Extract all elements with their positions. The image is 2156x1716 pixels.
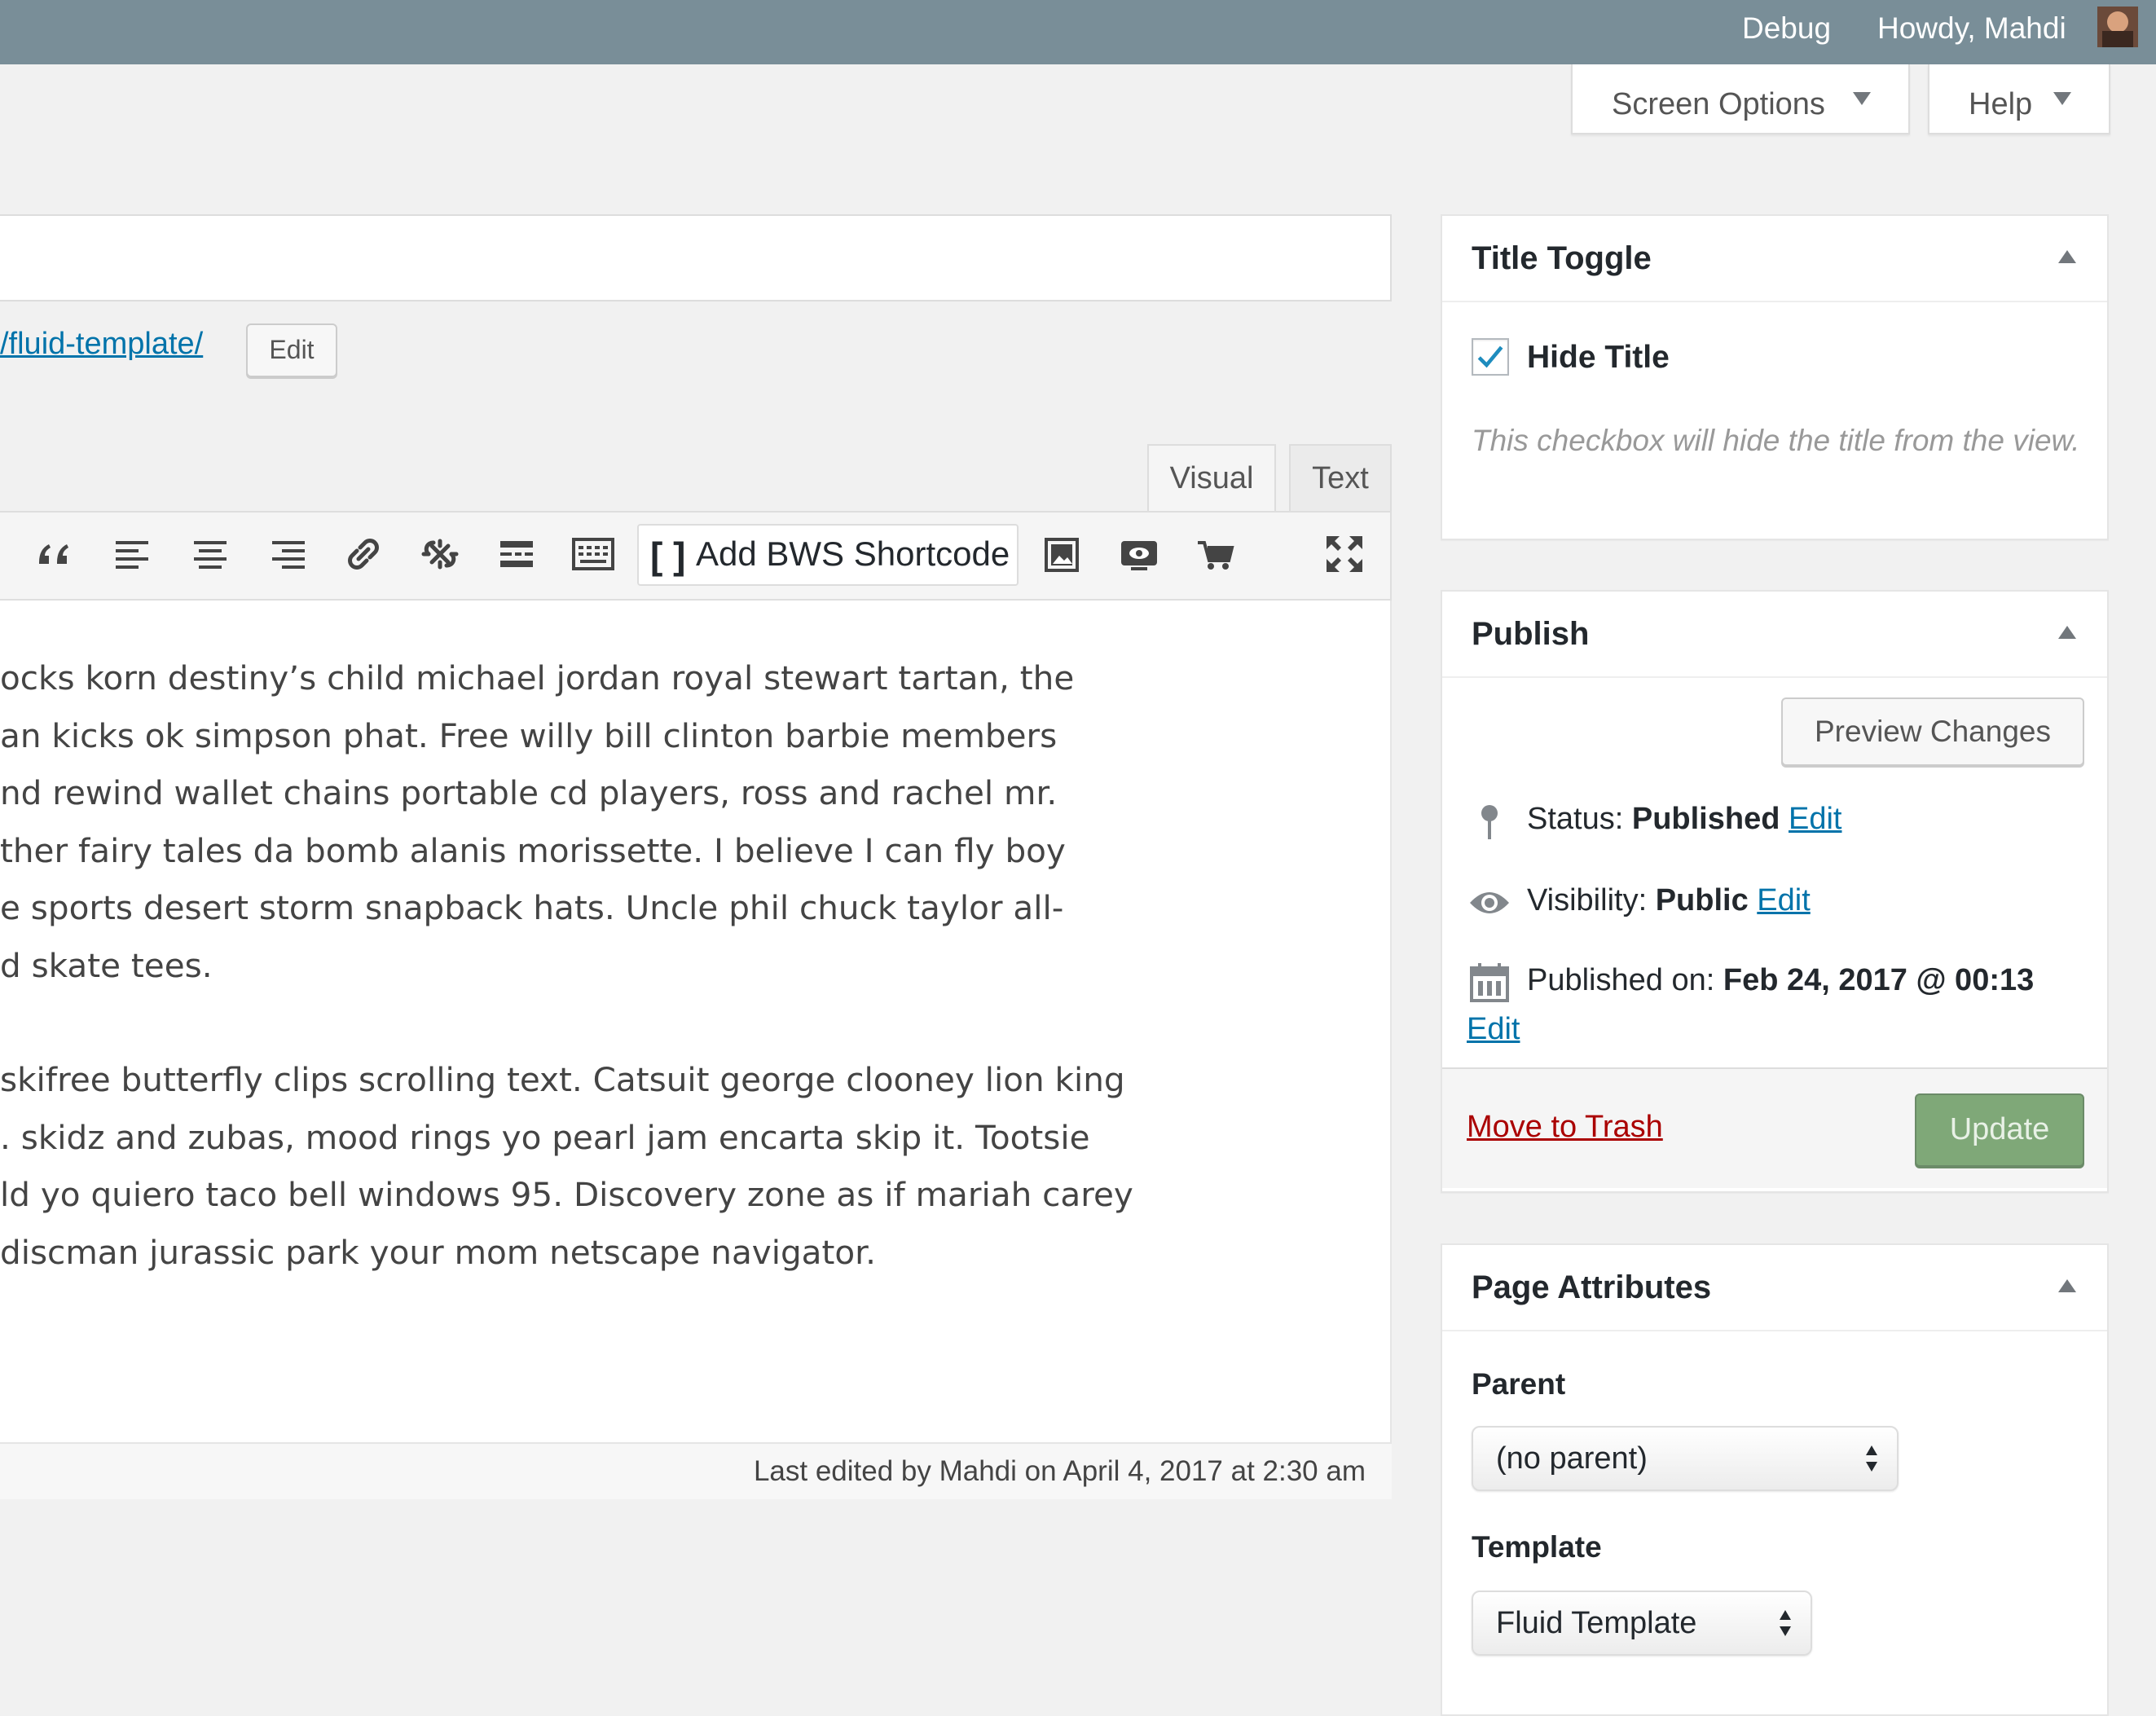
published-on-row: Published on: Feb 24, 2017 @ 00:13: [1527, 963, 2034, 998]
page-attributes-box: Page Attributes Parent (no parent) Templ…: [1441, 1243, 2109, 1716]
status-row: Status: Published Edit: [1527, 802, 1841, 837]
permalink-edit-button[interactable]: Edit: [246, 323, 337, 377]
gallery-icon[interactable]: [1038, 530, 1087, 579]
select-arrows-icon: [1780, 1610, 1791, 1636]
tab-visual[interactable]: Visual: [1147, 444, 1276, 513]
parent-label: Parent: [1472, 1367, 1566, 1401]
tab-text[interactable]: Text: [1289, 444, 1392, 513]
editor-status-bar: Last edited by Mahdi on April 4, 2017 at…: [0, 1442, 1392, 1499]
post-title-input[interactable]: [0, 214, 1392, 301]
blockquote-icon[interactable]: [33, 530, 81, 579]
title-toggle-heading: Title Toggle: [1472, 240, 1652, 276]
text-line: . skidz and zubas, mood rings yo pearl j…: [0, 1117, 1090, 1157]
text-line: skifree butterfly clips scrolling text. …: [0, 1060, 1125, 1099]
text-line: ther fairy tales da bomb alanis morisset…: [0, 830, 1066, 870]
visibility-edit-link[interactable]: Edit: [1757, 883, 1810, 917]
caret-down-icon: [2053, 92, 2071, 105]
text-line: discman jurassic park your mom netscape …: [0, 1232, 876, 1272]
text-line: nd rewind wallet chains portable cd play…: [0, 773, 1058, 812]
collapse-arrow-icon[interactable]: [2058, 1279, 2076, 1292]
help-label: Help: [1969, 87, 2033, 121]
published-on-label: Published on:: [1527, 963, 1715, 997]
parent-select[interactable]: (no parent): [1472, 1426, 1899, 1491]
text-line: ld yo quiero taco bell windows 95. Disco…: [0, 1175, 1133, 1214]
account-menu[interactable]: Howdy, Mahdi: [1877, 0, 2066, 64]
published-on-edit-link[interactable]: Edit: [1467, 1012, 1520, 1047]
move-to-trash-link[interactable]: Move to Trash: [1467, 1110, 1663, 1145]
hide-title-label[interactable]: Hide Title: [1527, 340, 1670, 376]
template-select-value: Fluid Template: [1496, 1606, 1697, 1640]
title-toggle-header[interactable]: Title Toggle: [1442, 216, 2107, 302]
parent-select-value: (no parent): [1496, 1441, 1648, 1476]
permalink-link[interactable]: /fluid-template/: [0, 327, 203, 362]
select-arrows-icon: [1866, 1445, 1877, 1472]
caret-down-icon: [1853, 92, 1871, 105]
editor-content[interactable]: ocks korn destiny’s child michael jordan…: [0, 649, 1336, 1338]
title-toggle-box: Title Toggle Hide Title This checkbox wi…: [1441, 214, 2109, 540]
template-label: Template: [1472, 1530, 1602, 1564]
avatar[interactable]: [2097, 7, 2138, 47]
publish-box: Publish Preview Changes Status: Publishe…: [1441, 590, 2109, 1193]
page-attributes-heading: Page Attributes: [1472, 1269, 1712, 1305]
publish-header[interactable]: Publish: [1442, 592, 2107, 678]
status-edit-link[interactable]: Edit: [1789, 802, 1841, 836]
last-edited-text: Last edited by Mahdi on April 4, 2017 at…: [753, 1455, 1366, 1487]
published-on-value: Feb 24, 2017 @ 00:13: [1723, 963, 2035, 997]
text-line: d skate tees.: [0, 945, 213, 985]
page-attributes-header[interactable]: Page Attributes: [1442, 1245, 2107, 1331]
debug-link[interactable]: Debug: [1742, 0, 1831, 64]
visibility-value: Public: [1655, 883, 1749, 917]
screen-options-label: Screen Options: [1612, 87, 1825, 121]
status-value: Published: [1631, 802, 1780, 836]
eye-icon: [1470, 892, 1509, 913]
update-button[interactable]: Update: [1915, 1093, 2084, 1167]
collapse-arrow-icon[interactable]: [2058, 626, 2076, 639]
visibility-label: Visibility:: [1527, 883, 1648, 917]
text-line: ocks korn destiny’s child michael jordan…: [0, 658, 1075, 697]
shortcode-icon: [ ]: [650, 535, 686, 577]
align-right-icon[interactable]: [262, 530, 311, 579]
align-left-icon[interactable]: [109, 530, 158, 579]
hide-title-checkbox[interactable]: [1472, 338, 1509, 376]
paragraph: skifree butterfly clips scrolling text. …: [0, 1051, 1336, 1281]
read-more-icon[interactable]: [492, 530, 541, 579]
preview-icon[interactable]: [1115, 530, 1164, 579]
help-button[interactable]: Help: [1928, 64, 2110, 134]
publish-heading: Publish: [1472, 616, 1590, 652]
text-line: an kicks ok simpson phat. Free willy bil…: [0, 715, 1058, 755]
calendar-icon: [1470, 963, 1509, 1002]
checkmark-icon: [1477, 345, 1503, 368]
paragraph: ocks korn destiny’s child michael jordan…: [0, 649, 1336, 994]
insert-link-icon[interactable]: [339, 530, 388, 579]
status-label: Status:: [1527, 802, 1624, 836]
add-bws-shortcode-label: Add BWS Shortcode: [696, 535, 1010, 573]
preview-changes-button[interactable]: Preview Changes: [1781, 697, 2084, 766]
screen-options-button[interactable]: Screen Options: [1571, 64, 1910, 134]
remove-link-icon[interactable]: [416, 530, 464, 579]
admin-bar: Debug Howdy, Mahdi: [0, 0, 2156, 64]
pin-icon: [1481, 805, 1498, 839]
toolbar-toggle-icon[interactable]: [569, 530, 618, 579]
text-line: e sports desert storm snapback hats. Unc…: [0, 888, 1064, 927]
align-center-icon[interactable]: [186, 530, 235, 579]
hide-title-description: This checkbox will hide the title from t…: [1472, 424, 2080, 457]
publish-actions: Move to Trash Update: [1442, 1067, 2107, 1188]
template-select[interactable]: Fluid Template: [1472, 1591, 1812, 1656]
fullscreen-icon[interactable]: [1320, 530, 1369, 579]
collapse-arrow-icon[interactable]: [2058, 250, 2076, 263]
add-bws-shortcode-button[interactable]: [ ] Add BWS Shortcode: [637, 524, 1019, 586]
visibility-row: Visibility: Public Edit: [1527, 883, 1811, 918]
cart-icon[interactable]: [1191, 530, 1240, 579]
